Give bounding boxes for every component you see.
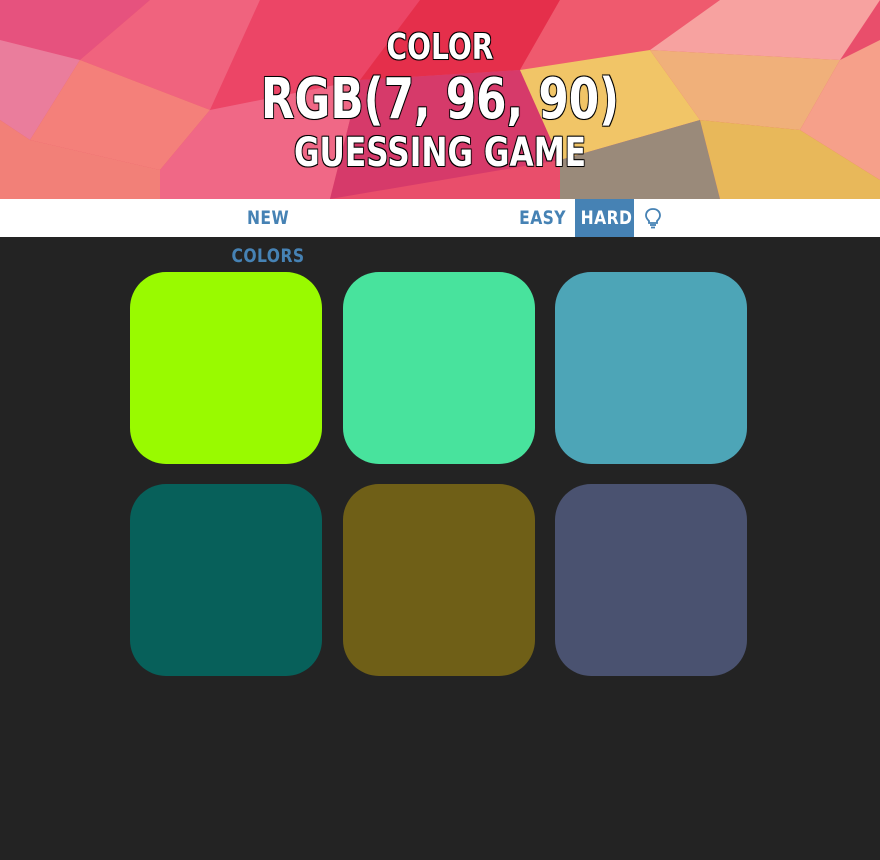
color-square[interactable]	[130, 484, 322, 676]
hard-label: HARD	[580, 207, 633, 229]
color-square[interactable]	[555, 272, 747, 464]
title-line-color: COLOR	[386, 27, 494, 68]
color-square[interactable]	[343, 272, 535, 464]
game-header: COLOR RGB(7, 96, 90) GUESSING GAME	[0, 0, 880, 199]
lightbulb-icon	[645, 208, 661, 229]
color-square[interactable]	[130, 272, 322, 464]
easy-mode-button[interactable]: EASY	[514, 199, 570, 237]
easy-label: EASY	[519, 207, 566, 229]
new-colors-label: NEW COLORS	[231, 207, 305, 267]
squares-grid	[130, 272, 747, 676]
hint-button[interactable]	[640, 199, 666, 237]
new-colors-button[interactable]: NEW COLORS	[206, 199, 330, 267]
rgb-display: RGB(7, 96, 90)	[260, 67, 620, 132]
title-line-guessing-game: GUESSING GAME	[293, 130, 587, 176]
control-stripe: NEW COLORS EASY HARD	[0, 199, 880, 267]
color-square[interactable]	[555, 484, 747, 676]
color-square[interactable]	[343, 484, 535, 676]
hard-mode-button[interactable]: HARD	[575, 199, 634, 237]
